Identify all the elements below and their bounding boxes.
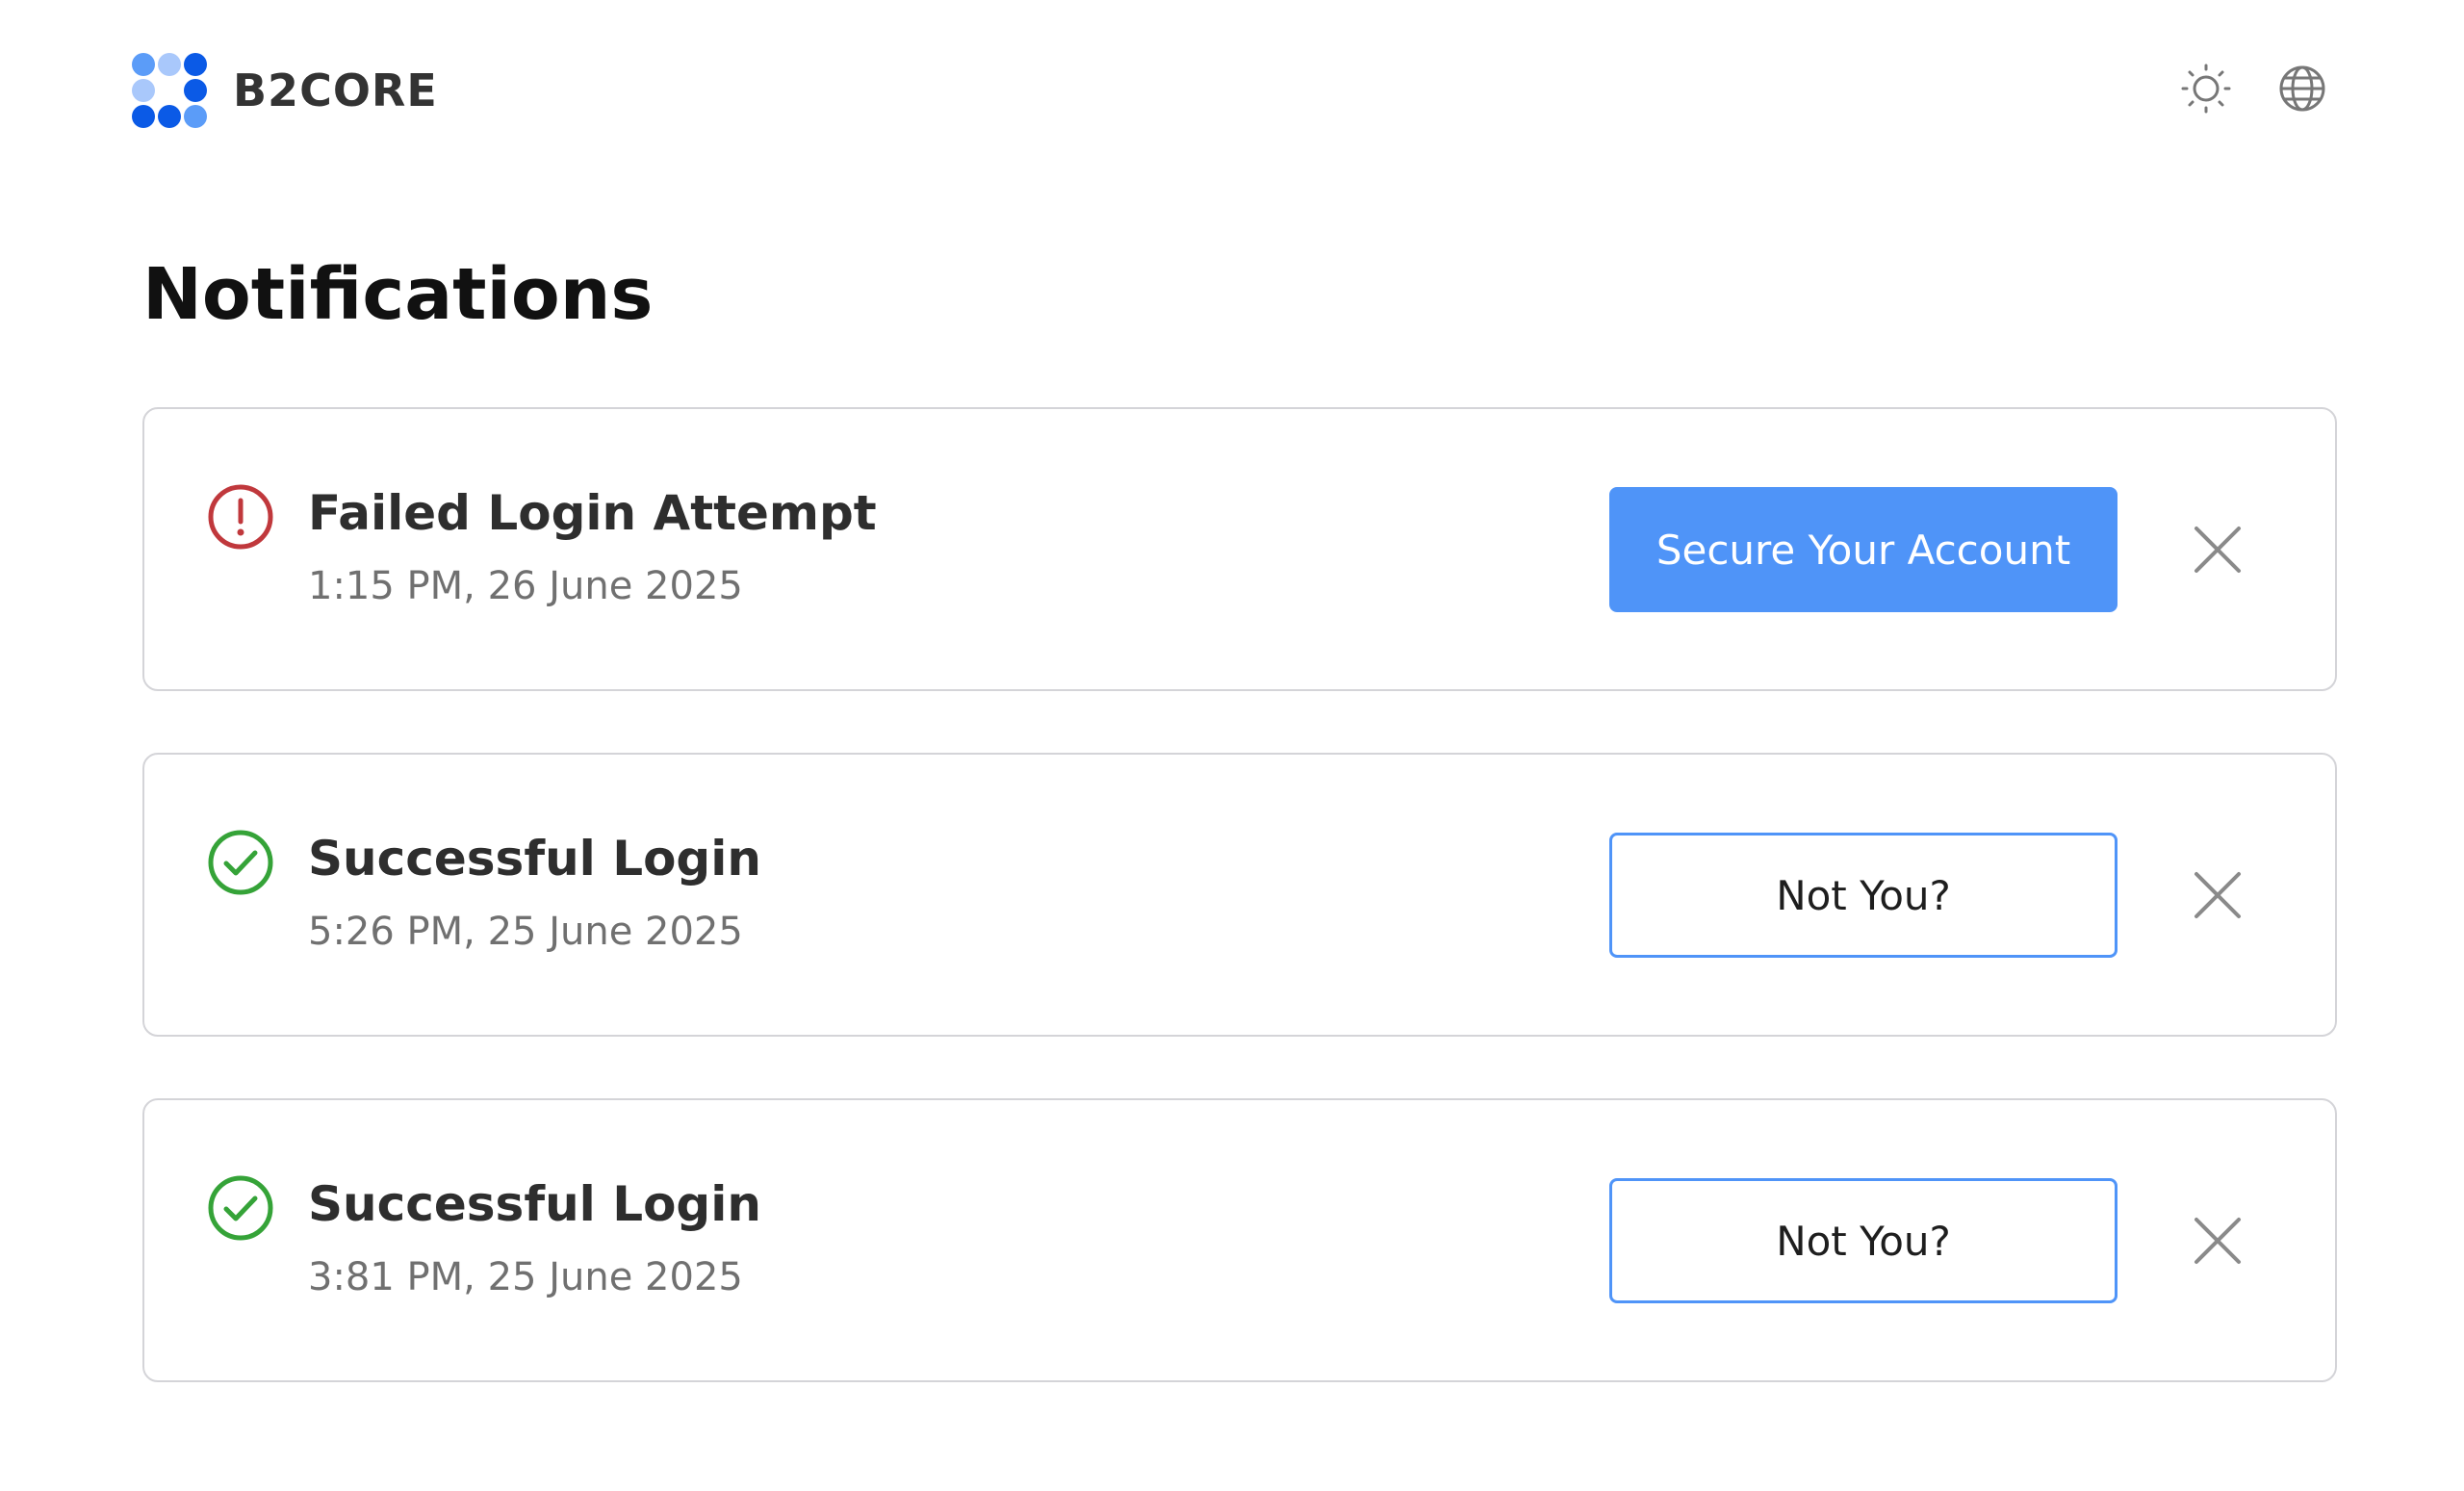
notification-title: Failed Login Attempt: [308, 485, 877, 541]
close-icon: [2194, 527, 2241, 573]
sun-icon: [2181, 64, 2231, 114]
notification-list: Failed Login Attempt 1:15 PM, 26 June 20…: [142, 407, 2337, 1444]
not-you-button[interactable]: Not You?: [1609, 1178, 2118, 1303]
close-icon: [2194, 1218, 2241, 1264]
language-button[interactable]: [2273, 60, 2331, 117]
notification-time: 3:81 PM, 25 June 2025: [308, 1255, 743, 1299]
secure-account-button[interactable]: Secure Your Account: [1609, 487, 2118, 612]
page-title: Notifications: [142, 253, 654, 336]
dismiss-button[interactable]: [2183, 1206, 2252, 1275]
check-circle-icon: [208, 1175, 273, 1241]
alert-circle-icon: [208, 484, 273, 550]
not-you-button[interactable]: Not You?: [1609, 833, 2118, 958]
brand-logo[interactable]: [131, 52, 208, 129]
notification-card: Failed Login Attempt 1:15 PM, 26 June 20…: [142, 407, 2337, 691]
top-bar: B2CORE: [0, 0, 2464, 183]
theme-toggle-button[interactable]: [2177, 60, 2235, 117]
globe-icon: [2279, 65, 2325, 112]
brand-name: B2CORE: [233, 64, 438, 116]
notification-card: Successful Login 3:81 PM, 25 June 2025 N…: [142, 1098, 2337, 1382]
dismiss-button[interactable]: [2183, 861, 2252, 930]
notification-title: Successful Login: [308, 831, 761, 887]
notification-time: 5:26 PM, 25 June 2025: [308, 910, 743, 954]
close-icon: [2194, 872, 2241, 918]
notification-time: 1:15 PM, 26 June 2025: [308, 564, 743, 608]
dismiss-button[interactable]: [2183, 515, 2252, 584]
notification-card: Successful Login 5:26 PM, 25 June 2025 N…: [142, 753, 2337, 1037]
notification-title: Successful Login: [308, 1176, 761, 1232]
check-circle-icon: [208, 830, 273, 895]
